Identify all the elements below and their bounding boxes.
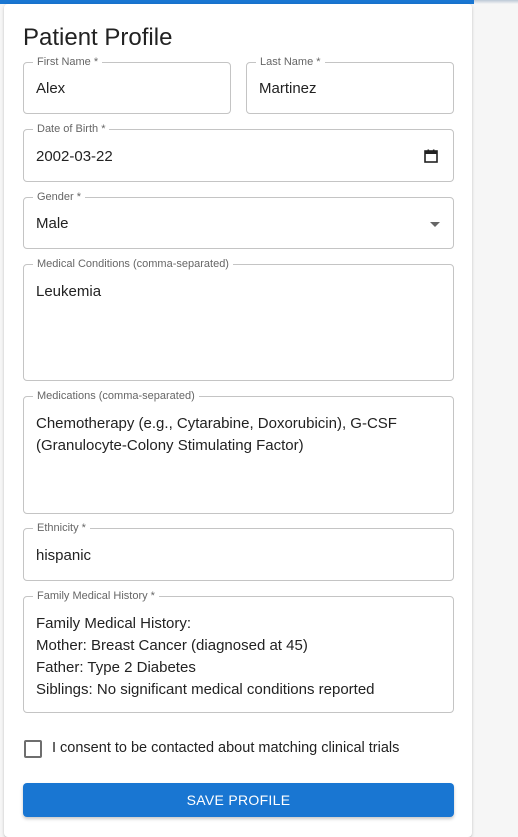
save-profile-button[interactable]: SAVE PROFILE <box>23 783 454 817</box>
family-history-value: Family Medical History: Mother: Breast C… <box>36 615 375 698</box>
last-name-label: Last Name * <box>256 56 325 69</box>
consent-checkbox[interactable] <box>24 740 42 758</box>
medications-textarea[interactable]: Medications (comma-separated) Chemothera… <box>23 390 454 514</box>
date-of-birth-value: 2002-03-22 <box>36 148 113 165</box>
gender-value: Male <box>36 215 69 232</box>
ethnicity-value: hispanic <box>36 547 92 564</box>
top-bar-shadow <box>474 0 518 4</box>
page-title: Patient Profile <box>23 24 173 51</box>
calendar-icon[interactable] <box>424 149 438 163</box>
consent-label[interactable]: I consent to be contacted about matching… <box>52 740 399 757</box>
ethnicity-field[interactable]: Ethnicity * hispanic <box>23 522 454 581</box>
date-of-birth-field[interactable]: Date of Birth * 2002-03-22 <box>23 123 454 182</box>
medical-conditions-label: Medical Conditions (comma-separated) <box>33 258 233 271</box>
gender-select[interactable]: Gender * Male <box>23 191 454 249</box>
medical-conditions-value: Leukemia <box>36 283 102 300</box>
family-history-label: Family Medical History * <box>33 590 159 603</box>
date-of-birth-label: Date of Birth * <box>33 123 110 136</box>
first-name-field[interactable]: First Name * Alex <box>23 56 231 114</box>
ethnicity-label: Ethnicity * <box>33 522 90 535</box>
first-name-label: First Name * <box>33 56 103 69</box>
medications-label: Medications (comma-separated) <box>33 390 199 403</box>
caret-down-icon[interactable] <box>430 222 440 227</box>
last-name-field[interactable]: Last Name * Martinez <box>246 56 454 114</box>
gender-label: Gender * <box>33 191 86 204</box>
first-name-value: Alex <box>36 80 66 97</box>
family-history-textarea[interactable]: Family Medical History * Family Medical … <box>23 590 454 713</box>
medical-conditions-textarea[interactable]: Medical Conditions (comma-separated) Leu… <box>23 258 454 381</box>
last-name-value: Martinez <box>259 80 317 97</box>
medications-value: Chemotherapy (e.g., Cytarabine, Doxorubi… <box>36 415 397 454</box>
